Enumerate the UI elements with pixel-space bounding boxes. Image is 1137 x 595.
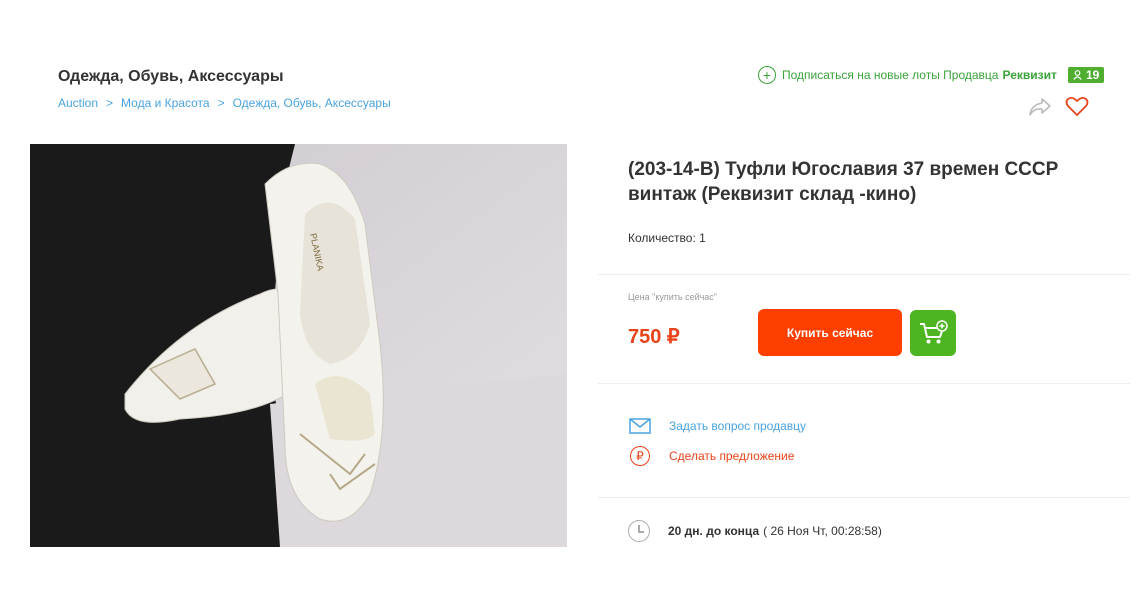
plus-circle-icon: + [758, 66, 776, 84]
category-title: Одежда, Обувь, Аксессуары [58, 68, 284, 85]
time-remaining: 20 дн. до конца [668, 524, 760, 538]
seller-name: Реквизит [1002, 68, 1057, 82]
divider [598, 497, 1130, 498]
end-date: ( 26 Ноя Чт, 00:28:58) [763, 524, 882, 538]
breadcrumb-separator: > [217, 96, 225, 110]
seller-rating-badge[interactable]: 19 [1068, 67, 1105, 83]
subscribe-text: Подписаться на новые лоты Продавца [782, 68, 999, 82]
breadcrumb-fashion[interactable]: Мода и Красота [121, 96, 210, 110]
heart-icon[interactable] [1065, 95, 1089, 117]
add-to-cart-button[interactable] [910, 310, 956, 356]
rating-value: 19 [1086, 68, 1100, 82]
share-icon[interactable] [1028, 96, 1052, 118]
price-label: Цена "купить сейчас" [628, 292, 718, 302]
clock-icon [628, 520, 650, 542]
lot-title: (203-14-B) Туфли Югославия 37 времен ССС… [628, 159, 1059, 205]
subscribe-seller-link[interactable]: + Подписаться на новые лоты Продавца Рек… [758, 66, 1057, 84]
ruble-circle-icon: ₽ [628, 446, 652, 466]
divider [598, 274, 1130, 275]
breadcrumb-clothing[interactable]: Одежда, Обувь, Аксессуары [233, 96, 391, 110]
envelope-icon [628, 416, 652, 436]
cart-plus-icon [920, 320, 948, 344]
buy-now-button[interactable]: Купить сейчас [758, 309, 902, 356]
shoe-image: PLANIKA [30, 144, 567, 547]
ask-seller-link[interactable]: Задать вопрос продавцу [628, 416, 806, 436]
make-offer-label: Сделать предложение [669, 449, 795, 463]
breadcrumb-auction[interactable]: Auction [58, 96, 98, 110]
user-icon [1073, 70, 1082, 80]
price-value: 750 ₽ [628, 326, 680, 348]
lot-photo[interactable]: PLANIKA [30, 144, 567, 547]
divider [598, 383, 1130, 384]
quantity-label: Количество: 1 [628, 231, 706, 245]
make-offer-link[interactable]: ₽ Сделать предложение [628, 446, 794, 466]
ask-seller-label: Задать вопрос продавцу [669, 419, 807, 433]
breadcrumb-separator: > [106, 96, 114, 110]
breadcrumb: Auction > Мода и Красота > Одежда, Обувь… [58, 96, 391, 110]
auction-timer: 20 дн. до конца ( 26 Ноя Чт, 00:28:58) [628, 520, 882, 542]
